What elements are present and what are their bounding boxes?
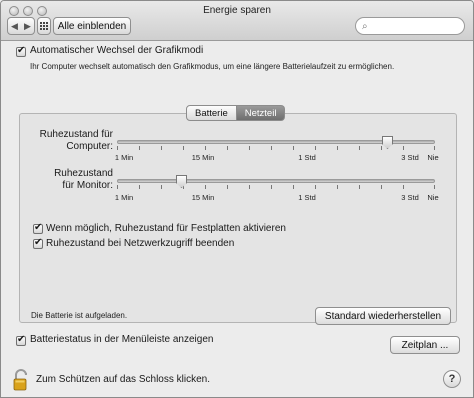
search-icon: ⌕ — [362, 20, 368, 32]
battery-status-text: Die Batterie ist aufgeladen. — [31, 311, 128, 320]
tab-battery[interactable]: Batterie — [186, 105, 237, 121]
tick-label: 15 Min — [191, 193, 215, 202]
schedule-button[interactable]: Zeitplan ... — [390, 336, 460, 354]
forward-arrow-icon[interactable]: ▶ — [24, 21, 31, 32]
monitor-sleep-ticks — [117, 185, 435, 190]
grid-icon — [40, 22, 48, 30]
network-wake-checkbox[interactable] — [33, 237, 43, 249]
show-all-button[interactable]: Alle einblenden — [53, 17, 131, 35]
title-bar: Energie sparen ◀ ▶ Alle einblenden ⌕ — [1, 1, 473, 41]
search-field[interactable]: ⌕ — [355, 17, 465, 35]
menubar-battery-checkbox[interactable] — [16, 334, 26, 346]
monitor-sleep-track[interactable] — [117, 179, 435, 183]
disk-sleep-checkbox[interactable] — [33, 222, 43, 234]
restore-defaults-button[interactable]: Standard wiederherstellen — [315, 307, 451, 325]
disk-sleep-label: Wenn möglich, Ruhezustand für Festplatte… — [46, 223, 286, 234]
monitor-sleep-label: Ruhezustand für Monitor: — [54, 168, 113, 191]
back-arrow-icon[interactable]: ◀ — [11, 21, 18, 32]
nav-arrows[interactable]: ◀ ▶ — [7, 17, 35, 35]
tick-label: 1 Std — [298, 193, 316, 202]
menubar-battery-label: Batteriestatus in der Menüleiste anzeige… — [30, 334, 214, 345]
tick-label: Nie — [427, 153, 439, 162]
window-title: Energie sparen — [203, 5, 271, 16]
tick-label: Nie — [427, 193, 439, 202]
grid-button[interactable] — [37, 17, 51, 35]
auto-graphics-description: Ihr Computer wechselt automatisch den Gr… — [30, 62, 395, 71]
network-wake-label: Ruhezustand bei Netzwerkzugriff beenden — [46, 238, 235, 249]
preferences-window: Energie sparen ◀ ▶ Alle einblenden ⌕ Aut… — [0, 0, 474, 398]
tick-label: 1 Std — [298, 153, 316, 162]
lock-hint-text: Zum Schützen auf das Schloss klicken. — [36, 374, 210, 385]
auto-graphics-label: Automatischer Wechsel der Grafikmodi — [30, 45, 204, 56]
tick-label: 1 Min — [114, 193, 134, 202]
tab-power-adapter[interactable]: Netzteil — [236, 105, 286, 121]
tab-control: Batterie Netzteil — [186, 105, 286, 121]
help-icon: ? — [448, 373, 456, 385]
lock-icon[interactable] — [12, 369, 30, 391]
tick-label: 15 Min — [191, 153, 215, 162]
auto-graphics-checkbox[interactable] — [16, 45, 26, 57]
tick-label: 1 Min — [114, 153, 134, 162]
tick-label: 3 Std — [401, 153, 419, 162]
tick-label: 3 Std — [401, 193, 419, 202]
computer-sleep-label: Ruhezustand für Computer: — [39, 129, 113, 152]
help-button[interactable]: ? — [443, 370, 461, 388]
